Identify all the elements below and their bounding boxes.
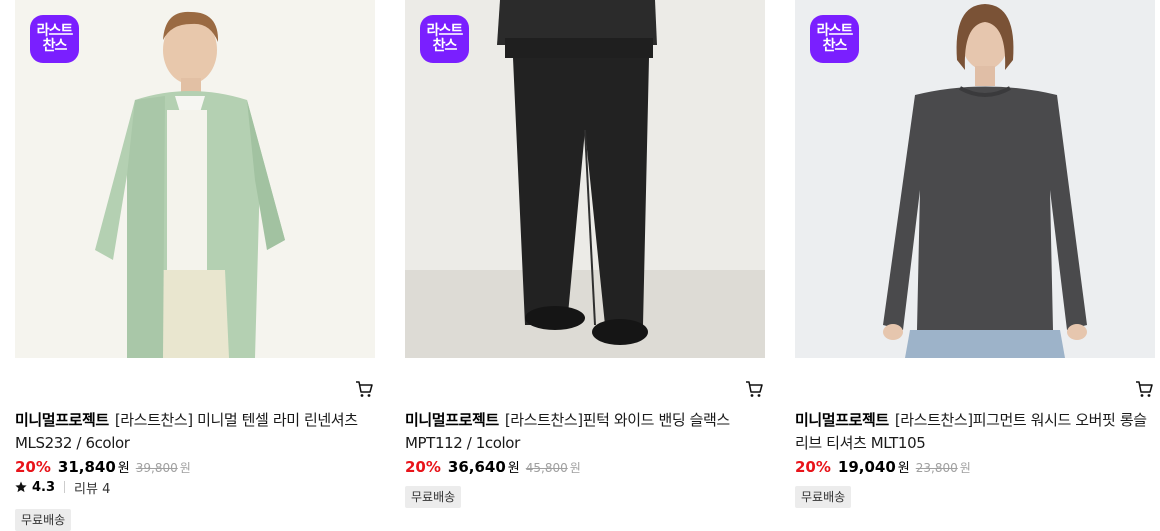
badge-line-2: 찬스 (42, 38, 68, 54)
star-icon (15, 481, 27, 493)
sale-price: 31,840 (57, 458, 116, 476)
free-shipping-tag: 무료배송 (795, 486, 852, 508)
product-title[interactable]: 미니멀프로젝트 [라스트찬스]핀턱 와이드 밴딩 슬랙스 MPT112 / 1co… (405, 409, 760, 455)
currency-unit: 원 (507, 461, 520, 476)
cart-icon[interactable] (355, 380, 373, 398)
rating-value: 4.3 (32, 479, 56, 495)
original-price: 23,800 (915, 461, 958, 475)
last-chance-badge: 라스트 찬스 (420, 15, 469, 63)
sale-price: 19,040 (837, 458, 896, 476)
price-row: 20% 31,840 원 39,800 원 (15, 457, 191, 479)
discount-rate: 20% (795, 458, 831, 476)
free-shipping-tag: 무료배송 (405, 486, 462, 508)
discount-rate: 20% (15, 458, 51, 476)
product-title[interactable]: 미니멀프로젝트 [라스트찬스]피그먼트 워시드 오버핏 롱슬리브 티셔츠 MLT1… (795, 409, 1150, 455)
brand-name[interactable]: 미니멀프로젝트 (795, 411, 889, 429)
sale-price: 36,640 (447, 458, 506, 476)
original-price: 45,800 (525, 461, 568, 475)
product-card[interactable]: 라스트 찬스 미니멀프로젝트 [라스트찬스] 미니멀 텐셀 라미 린넨셔츠 MLS… (15, 0, 375, 531)
product-card[interactable]: 라스트 찬스 미니멀프로젝트 [라스트찬스]핀턱 와이드 밴딩 슬랙스 MPT11… (405, 0, 765, 508)
currency-unit: 원 (117, 461, 130, 476)
product-image[interactable]: 라스트 찬스 (795, 0, 1155, 358)
original-currency-unit: 원 (959, 461, 971, 475)
last-chance-badge: 라스트 찬스 (30, 15, 79, 63)
badge-line-2: 찬스 (822, 38, 848, 54)
original-price: 39,800 (135, 461, 178, 475)
cart-icon[interactable] (745, 380, 763, 398)
last-chance-badge: 라스트 찬스 (810, 15, 859, 63)
discount-rate: 20% (405, 458, 441, 476)
product-image[interactable]: 라스트 찬스 (15, 0, 375, 358)
divider (64, 481, 66, 493)
badge-line-2: 찬스 (432, 38, 458, 54)
product-card[interactable]: 라스트 찬스 미니멀프로젝트 [라스트찬스]피그먼트 워시드 오버핏 롱슬리브 티… (795, 0, 1155, 508)
brand-name[interactable]: 미니멀프로젝트 (405, 411, 499, 429)
product-title[interactable]: 미니멀프로젝트 [라스트찬스] 미니멀 텐셀 라미 린넨셔츠 MLS232 / 6… (15, 409, 370, 455)
review-summary: 4.3 리뷰 4 (15, 478, 110, 497)
badge-line-1: 라스트 (426, 23, 464, 39)
product-image[interactable]: 라스트 찬스 (405, 0, 765, 358)
original-currency-unit: 원 (569, 461, 581, 475)
badge-line-1: 라스트 (36, 23, 74, 39)
cart-icon[interactable] (1135, 380, 1153, 398)
product-grid: 라스트 찬스 미니멀프로젝트 [라스트찬스] 미니멀 텐셀 라미 린넨셔츠 MLS… (0, 0, 1160, 531)
original-currency-unit: 원 (179, 461, 191, 475)
price-row: 20% 19,040 원 23,800 원 (795, 457, 971, 479)
currency-unit: 원 (897, 461, 910, 476)
review-count[interactable]: 리뷰 4 (74, 478, 110, 497)
price-row: 20% 36,640 원 45,800 원 (405, 457, 581, 479)
badge-line-1: 라스트 (816, 23, 854, 39)
brand-name[interactable]: 미니멀프로젝트 (15, 411, 109, 429)
